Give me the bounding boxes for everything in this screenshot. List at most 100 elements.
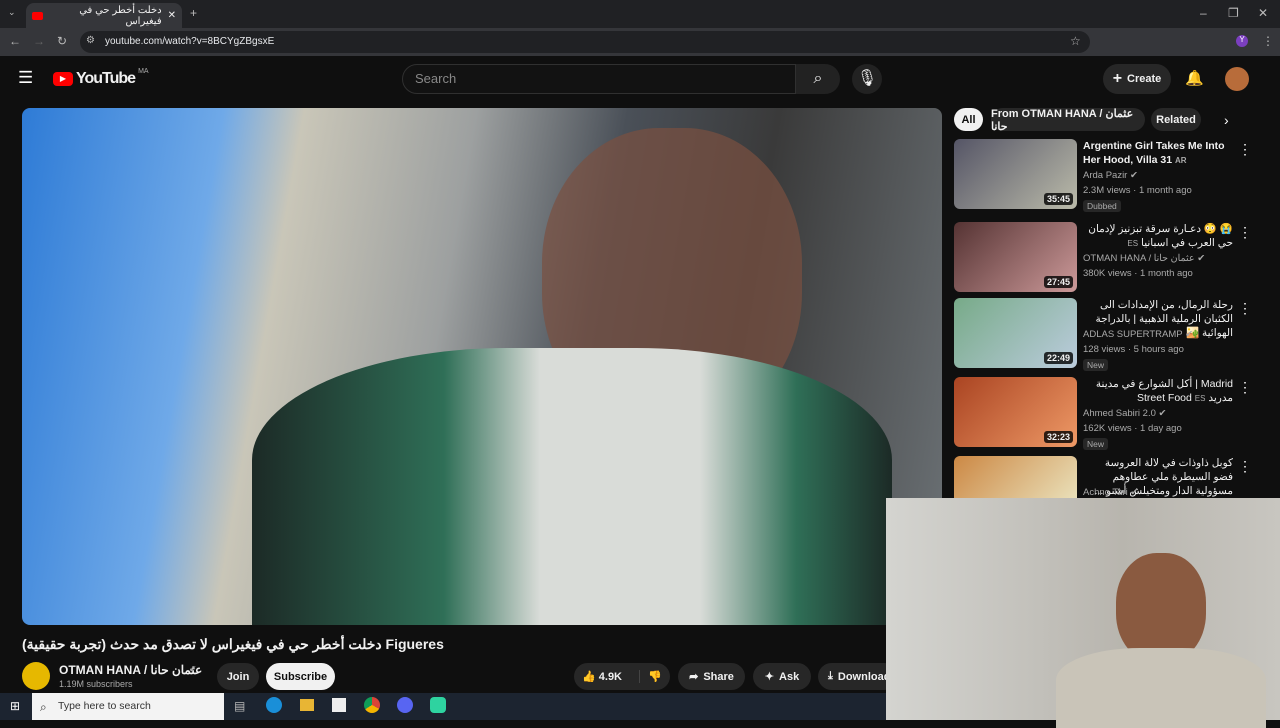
chip-all[interactable]: All	[954, 108, 983, 131]
more-options-icon[interactable]: ⋮	[1238, 141, 1252, 158]
channel-name[interactable]: Arda Pazir ✔	[1083, 170, 1138, 181]
video-player[interactable]	[22, 108, 942, 625]
chevron-right-icon[interactable]: ›	[1224, 112, 1229, 128]
minimize-icon[interactable]: –	[1200, 6, 1207, 20]
discord-icon[interactable]	[397, 697, 413, 713]
youtube-logo[interactable]: ▶ YouTube MA	[53, 67, 149, 88]
channel-name[interactable]: OTMAN HANA / عثمان حانا ✔	[1083, 253, 1205, 264]
store-icon[interactable]	[332, 698, 346, 712]
menu-icon[interactable]: ⋮	[1262, 34, 1274, 48]
status-badge: New	[1083, 438, 1109, 450]
ask-label: Ask	[779, 670, 800, 683]
back-icon[interactable]: ←	[9, 34, 21, 48]
channel-name[interactable]: Ahmed Sabiri 2.0 ✔	[1083, 408, 1166, 419]
verified-icon: ✔	[1185, 329, 1194, 340]
file-explorer-icon[interactable]	[300, 699, 314, 711]
webcam-shirt	[1056, 648, 1266, 728]
language-badge: ES	[1194, 394, 1206, 403]
recommendation-item[interactable]: 32:23 Madrid | أكل الشوارع في مدينة مدري…	[954, 377, 1254, 451]
recommendation-item[interactable]: 35:45 Argentine Girl Takes Me Into Her H…	[954, 139, 1254, 213]
tab-list-icon[interactable]: ⌄	[8, 7, 16, 18]
new-tab-icon[interactable]: +	[190, 6, 197, 20]
recommendation-item[interactable]: 22:49 رحلة الرمال، من الإمدادات الى الكث…	[954, 298, 1254, 372]
restore-icon[interactable]: ❐	[1228, 6, 1239, 20]
create-label: Create	[1127, 73, 1162, 85]
create-button[interactable]: + Create	[1103, 64, 1171, 94]
channel-name[interactable]: Achno Tari ✔	[1083, 487, 1138, 498]
task-view-icon[interactable]: ▤	[234, 699, 245, 713]
close-tab-icon[interactable]: ✕	[168, 10, 176, 21]
chip-from-channel[interactable]: From OTMAN HANA / عثمان حانا	[991, 108, 1145, 133]
status-badge: New	[1083, 359, 1109, 371]
join-button[interactable]: Join	[217, 663, 259, 690]
voice-search-button[interactable]: 🎙	[852, 64, 882, 94]
recommendation-title[interactable]: 😭 😳 دعـارة سرقة تبزنيز لإدمان حي العرب ف…	[1083, 222, 1233, 251]
region-code: MA	[138, 67, 149, 75]
more-options-icon[interactable]: ⋮	[1238, 224, 1252, 241]
bookmark-star-icon[interactable]: ☆	[1070, 34, 1081, 48]
verified-icon: ✔	[189, 664, 197, 674]
close-window-icon[interactable]: ✕	[1258, 6, 1268, 20]
channel-text: OTMAN HANA / عثمان حانا	[1083, 253, 1195, 264]
forward-icon[interactable]: →	[33, 34, 45, 48]
windows-start-icon[interactable]: ⊞	[10, 699, 20, 713]
video-meta: 2.3M views · 1 month ago	[1083, 185, 1192, 196]
app-icon[interactable]	[430, 697, 446, 713]
like-count: 4.9K	[598, 671, 623, 683]
search-icon: ⌕	[40, 700, 47, 714]
duration-badge: 27:45	[1043, 276, 1073, 288]
verified-icon: ✔	[1158, 408, 1167, 419]
avatar[interactable]	[1225, 67, 1249, 91]
url-field[interactable]: youtube.com/watch?v=8BCYgZBgsxE	[80, 31, 1090, 53]
video-meta: 380K views · 1 month ago	[1083, 268, 1193, 279]
video-meta: 162K views · 1 day ago	[1083, 423, 1182, 434]
more-options-icon[interactable]: ⋮	[1238, 379, 1252, 396]
youtube-header: ☰ ▶ YouTube MA Search ⌕ 🎙 + Create 🔔	[0, 56, 1280, 102]
recommendation-title[interactable]: Argentine Girl Takes Me Into Her Hood, V…	[1083, 139, 1233, 168]
site-settings-icon[interactable]: ⚙	[86, 35, 95, 46]
sparkle-icon: ✦	[764, 671, 775, 683]
tab-title: دخلت أخطر حي في فيغيراس	[79, 4, 162, 27]
title-text: Madrid | أكل الشوارع في مدينة مدريد Stre…	[1095, 378, 1233, 404]
like-button[interactable]: 👍 4.9K	[582, 670, 622, 683]
recommendation-title[interactable]: Madrid | أكل الشوارع في مدينة مدريد Stre…	[1083, 377, 1233, 406]
webcam-overlay	[886, 498, 1280, 728]
language-badge: AR	[1175, 156, 1187, 165]
chip-related[interactable]: Related	[1151, 108, 1201, 131]
subscribe-button[interactable]: Subscribe	[266, 663, 335, 690]
recommendation-item[interactable]: 27:45 😭 😳 دعـارة سرقة تبزنيز لإدمان حي ا…	[954, 222, 1254, 296]
chrome-icon[interactable]	[364, 697, 380, 713]
taskbar-search-input[interactable]: Type here to search	[32, 693, 224, 720]
reload-icon[interactable]: ↻	[57, 34, 67, 48]
browser-tab-bar: ⌄ دخلت أخطر حي في فيغيراس ✕ + – ❐ ✕	[0, 0, 1280, 28]
logo-text: YouTube	[76, 70, 136, 87]
video-thumbnail[interactable]: 27:45	[954, 222, 1077, 292]
search-button[interactable]: ⌕	[796, 64, 840, 94]
channel-avatar[interactable]	[22, 662, 50, 690]
share-icon: ➦	[689, 671, 699, 683]
more-options-icon[interactable]: ⋮	[1238, 458, 1252, 475]
share-label: Share	[703, 670, 734, 683]
language-badge: ES	[1127, 239, 1139, 248]
title-text: Argentine Girl Takes Me Into Her Hood, V…	[1083, 140, 1225, 166]
share-button[interactable]: ➦ Share	[678, 663, 745, 690]
video-thumbnail[interactable]: 32:23	[954, 377, 1077, 447]
video-thumbnail[interactable]: 22:49	[954, 298, 1077, 368]
hamburger-menu-icon[interactable]: ☰	[18, 68, 33, 88]
profile-icon[interactable]: Y	[1236, 35, 1248, 47]
edge-icon[interactable]	[266, 697, 282, 713]
title-text: 😭 😳 دعـارة سرقة تبزنيز لإدمان حي العرب ف…	[1088, 223, 1233, 249]
video-thumbnail[interactable]: 35:45	[954, 139, 1077, 209]
browser-tab[interactable]: دخلت أخطر حي في فيغيراس ✕	[26, 3, 182, 28]
video-title: دخلت أخطر حي في فيغيراس لا تصدق مد حدث (…	[22, 636, 444, 652]
notifications-bell-icon[interactable]: 🔔	[1185, 69, 1204, 87]
download-label: Download	[837, 670, 891, 683]
dislike-icon[interactable]: 👎	[639, 670, 662, 683]
channel-name[interactable]: OTMAN HANA / عثمان حانا	[59, 663, 202, 677]
search-input[interactable]: Search	[402, 64, 796, 94]
more-options-icon[interactable]: ⋮	[1238, 300, 1252, 317]
channel-text: Arda Pazir	[1083, 170, 1128, 181]
ask-button[interactable]: ✦ Ask	[753, 663, 811, 690]
download-icon: ⤓	[828, 670, 833, 682]
channel-name[interactable]: ADLAS SUPERTRAMP ✔	[1083, 329, 1193, 340]
